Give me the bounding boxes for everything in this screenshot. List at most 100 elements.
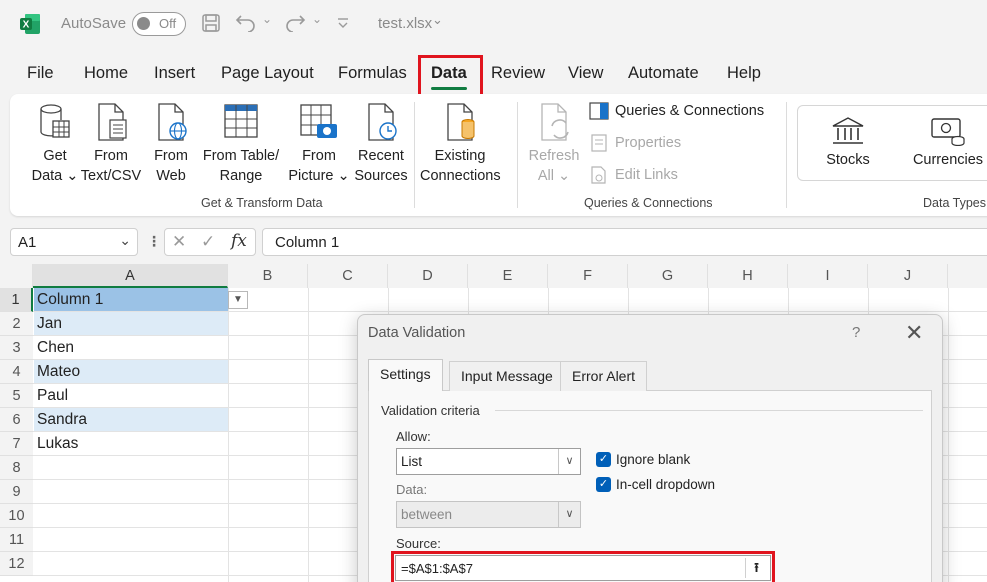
tab-file[interactable]: File bbox=[27, 64, 54, 83]
existing-connections-line2: Connections bbox=[420, 168, 501, 184]
row-header-1[interactable]: 1 bbox=[0, 288, 33, 312]
column-header-k[interactable] bbox=[948, 264, 987, 288]
from-text-line2: Text/CSV bbox=[80, 168, 142, 184]
from-picture-line1: From bbox=[302, 148, 336, 164]
filter-dropdown-icon[interactable]: ▼ bbox=[228, 291, 248, 309]
in-cell-dropdown-checkbox[interactable]: ✓ bbox=[596, 477, 611, 492]
autosave-label: AutoSave bbox=[61, 15, 127, 32]
cell-a6[interactable]: Sandra bbox=[34, 408, 228, 431]
file-name[interactable]: test.xlsx bbox=[378, 15, 432, 32]
cell-a3[interactable]: Chen bbox=[34, 336, 228, 359]
chevron-down-icon: ∨ bbox=[558, 449, 580, 474]
stocks-button[interactable]: Stocks bbox=[818, 116, 878, 170]
row-header-4[interactable]: 4 bbox=[0, 360, 33, 384]
validation-criteria-label: Validation criteria bbox=[381, 403, 486, 418]
edit-links-button[interactable]: Edit Links bbox=[589, 166, 678, 184]
column-header-a[interactable]: A bbox=[33, 264, 228, 288]
tab-review[interactable]: Review bbox=[491, 64, 545, 83]
help-icon[interactable]: ? bbox=[852, 324, 860, 341]
chevron-down-icon: ∨ bbox=[558, 502, 580, 527]
tab-settings[interactable]: Settings bbox=[368, 359, 443, 391]
from-picture-button[interactable]: From Picture ⌄ bbox=[286, 102, 352, 186]
column-header-f[interactable]: F bbox=[548, 264, 628, 288]
column-header-e[interactable]: E bbox=[468, 264, 548, 288]
currencies-button[interactable]: Currencies bbox=[908, 116, 987, 170]
cell-a7[interactable]: Lukas bbox=[34, 432, 228, 455]
redo-icon[interactable] bbox=[284, 12, 306, 32]
enter-icon[interactable]: ✓ bbox=[201, 232, 215, 252]
tab-input-message[interactable]: Input Message bbox=[449, 361, 565, 391]
insert-function-icon[interactable]: fx bbox=[231, 231, 247, 251]
save-icon[interactable] bbox=[201, 13, 221, 33]
column-header-d[interactable]: D bbox=[388, 264, 468, 288]
row-header-2[interactable]: 2 bbox=[0, 312, 33, 336]
tab-formulas[interactable]: Formulas bbox=[338, 64, 407, 83]
data-validation-dialog: Data Validation ? ✕ Validation criteria … bbox=[357, 314, 943, 582]
row-header-3[interactable]: 3 bbox=[0, 336, 33, 360]
currency-icon bbox=[931, 118, 965, 146]
from-web-line2: Web bbox=[156, 168, 186, 184]
recent-sources-button[interactable]: Recent Sources bbox=[352, 102, 410, 186]
row-header-11[interactable]: 11 bbox=[0, 528, 33, 552]
dialog-title: Data Validation bbox=[368, 325, 466, 341]
tab-help[interactable]: Help bbox=[727, 64, 761, 83]
ribbon-separator bbox=[517, 102, 518, 208]
row-header-10[interactable]: 10 bbox=[0, 504, 33, 528]
currencies-label: Currencies bbox=[912, 152, 984, 168]
tab-error-alert[interactable]: Error Alert bbox=[560, 361, 648, 391]
cell-a5[interactable]: Paul bbox=[34, 384, 228, 407]
chevron-down-icon[interactable]: ⌄ bbox=[119, 232, 131, 249]
customize-toolbar-icon[interactable] bbox=[336, 16, 350, 30]
undo-icon[interactable] bbox=[235, 12, 257, 32]
column-header-i[interactable]: I bbox=[788, 264, 868, 288]
row-header-7[interactable]: 7 bbox=[0, 432, 33, 456]
get-data-button[interactable]: Get Data ⌄ bbox=[30, 102, 80, 186]
tab-insert[interactable]: Insert bbox=[154, 64, 195, 83]
close-icon[interactable]: ✕ bbox=[905, 320, 923, 346]
row-header-8[interactable]: 8 bbox=[0, 456, 33, 480]
cancel-icon[interactable]: ✕ bbox=[172, 232, 186, 252]
queries-connections-button[interactable]: Queries & Connections bbox=[589, 102, 764, 120]
autosave-state: Off bbox=[159, 16, 177, 31]
redo-dropdown-icon[interactable]: ⌄ bbox=[312, 12, 322, 26]
column-header-c[interactable]: C bbox=[308, 264, 388, 288]
allow-select[interactable]: List ∨ bbox=[396, 448, 581, 475]
from-table-line1: From Table/ bbox=[202, 148, 280, 164]
cell-a1[interactable]: Column 1 bbox=[34, 288, 228, 311]
ribbon: Get Data ⌄ From Text/CSV From Web From T… bbox=[10, 94, 987, 216]
tab-home[interactable]: Home bbox=[84, 64, 128, 83]
filename-chevron-icon[interactable]: ⌄ bbox=[432, 12, 443, 28]
column-header-g[interactable]: G bbox=[628, 264, 708, 288]
from-text-csv-button[interactable]: From Text/CSV bbox=[80, 102, 142, 186]
tab-view[interactable]: View bbox=[568, 64, 603, 83]
row-header-5[interactable]: 5 bbox=[0, 384, 33, 408]
properties-button[interactable]: Properties bbox=[589, 134, 681, 152]
column-header-b[interactable]: B bbox=[228, 264, 308, 288]
name-box[interactable]: A1 ⌄ bbox=[10, 228, 138, 256]
from-web-button[interactable]: From Web bbox=[148, 102, 194, 186]
cell-a2[interactable]: Jan bbox=[34, 312, 228, 335]
cell-a4[interactable]: Mateo bbox=[34, 360, 228, 383]
tab-automate[interactable]: Automate bbox=[628, 64, 699, 83]
select-all-corner[interactable] bbox=[0, 264, 33, 288]
properties-label: Properties bbox=[615, 135, 682, 151]
autosave-toggle[interactable]: Off bbox=[132, 12, 186, 36]
formula-input[interactable]: Column 1 bbox=[262, 228, 987, 256]
column-header-h[interactable]: H bbox=[708, 264, 788, 288]
ribbon-tabs: File Home Insert Page Layout Formulas Da… bbox=[0, 56, 987, 92]
undo-dropdown-icon[interactable]: ⌄ bbox=[262, 12, 272, 26]
row-header-6[interactable]: 6 bbox=[0, 408, 33, 432]
data-select[interactable]: between ∨ bbox=[396, 501, 581, 528]
svg-text:X: X bbox=[23, 20, 30, 31]
existing-connections-button[interactable]: Existing Connections bbox=[420, 102, 501, 186]
refresh-all-button[interactable]: Refresh All ⌄ bbox=[526, 102, 582, 186]
ignore-blank-checkbox[interactable]: ✓ bbox=[596, 452, 611, 467]
from-table-range-button[interactable]: From Table/ Range bbox=[198, 102, 284, 186]
more-options-icon[interactable]: ⋮ bbox=[147, 233, 161, 250]
row-header-9[interactable]: 9 bbox=[0, 480, 33, 504]
recent-sources-line2: Sources bbox=[354, 168, 408, 184]
row-header-12[interactable]: 12 bbox=[0, 552, 33, 576]
column-header-j[interactable]: J bbox=[868, 264, 948, 288]
tab-page-layout[interactable]: Page Layout bbox=[221, 64, 314, 83]
formula-bar: A1 ⌄ ⋮ ✕ ✓ fx Column 1 bbox=[0, 225, 987, 259]
